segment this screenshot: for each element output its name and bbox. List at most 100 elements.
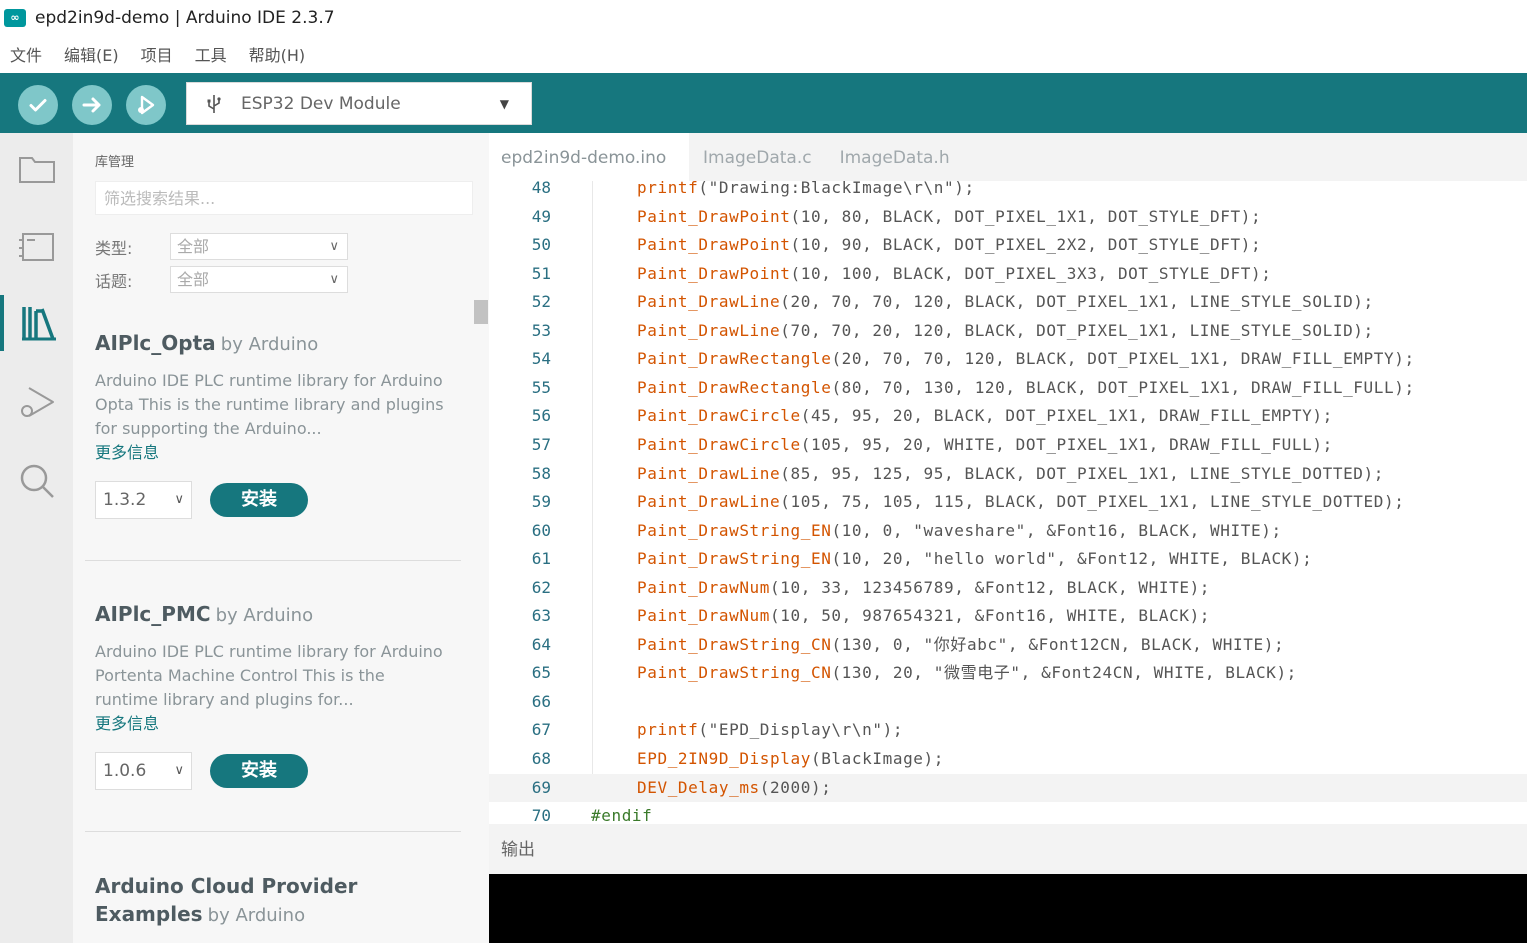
upload-button[interactable] bbox=[72, 85, 112, 125]
code-args: (10, 33, 123456789, &Font12, BLACK, WHIT… bbox=[770, 577, 1211, 597]
debug-button[interactable] bbox=[126, 85, 166, 125]
code-args: ("EPD_Display\r\n"); bbox=[698, 720, 904, 740]
install-button[interactable]: 安装 bbox=[210, 754, 308, 788]
function-name: printf bbox=[637, 720, 699, 740]
function-name: Paint_DrawLine bbox=[637, 320, 781, 340]
code-line[interactable]: 63 Paint_DrawNum(10, 50, 987654321, &Font… bbox=[489, 602, 1527, 630]
line-number: 60 bbox=[531, 520, 551, 540]
code-line[interactable]: 48 printf("Drawing:BlackImage\r\n"); bbox=[489, 181, 1527, 202]
code-line[interactable]: 56 Paint_DrawCircle(45, 95, 20, BLACK, DO… bbox=[489, 402, 1527, 430]
tab-imagedata-h[interactable]: ImageData.h bbox=[826, 133, 964, 181]
library-description: Arduino IDE PLC runtime library for Ardu… bbox=[95, 371, 444, 438]
code-line[interactable]: 61 Paint_DrawString_EN(10, 20, "hello wor… bbox=[489, 545, 1527, 573]
code-line[interactable]: 64 Paint_DrawString_CN(130, 0, "你好abc", &… bbox=[489, 631, 1527, 659]
line-number: 65 bbox=[531, 663, 551, 683]
card-divider bbox=[85, 560, 461, 561]
code-line[interactable]: 52 Paint_DrawLine(20, 70, 70, 120, BLACK,… bbox=[489, 288, 1527, 316]
menu-sketch[interactable]: 项目 bbox=[141, 42, 173, 66]
activity-bar bbox=[0, 133, 73, 943]
folder-icon bbox=[18, 157, 55, 183]
code-text: Paint_DrawRectangle(20, 70, 70, 120, BLA… bbox=[637, 345, 1415, 373]
code-text: Paint_DrawNum(10, 33, 123456789, &Font12… bbox=[637, 574, 1210, 602]
line-number: 48 bbox=[531, 181, 551, 197]
editor-tabs: epd2in9d-demo.ino ImageData.c ImageData.… bbox=[489, 133, 1527, 181]
board-icon bbox=[18, 233, 54, 261]
code-args: ("Drawing:BlackImage\r\n"); bbox=[698, 181, 975, 197]
library-search-input[interactable]: 筛选搜索结果... bbox=[95, 181, 473, 215]
menu-bar: 文件 编辑(E) 项目 工具 帮助(H) bbox=[0, 35, 1527, 73]
sketchbook-button[interactable] bbox=[0, 141, 73, 197]
line-number: 66 bbox=[531, 691, 551, 711]
function-name: EPD_2IN9D_Display bbox=[637, 749, 811, 768]
library-icon bbox=[21, 307, 56, 341]
topic-filter: 话题: 全部 ∨ bbox=[95, 266, 348, 293]
check-icon bbox=[29, 99, 47, 112]
more-info-link[interactable]: 更多信息 bbox=[95, 441, 465, 465]
type-filter-select[interactable]: 全部 ∨ bbox=[170, 233, 348, 260]
code-line[interactable]: 50 Paint_DrawPoint(10, 90, BLACK, DOT_PIX… bbox=[489, 231, 1527, 259]
line-number: 56 bbox=[531, 406, 551, 426]
code-line[interactable]: 70 #endif bbox=[489, 802, 1527, 824]
panel-scrollbar[interactable] bbox=[474, 300, 488, 324]
library-manager-panel: 库管理 筛选搜索结果... 类型: 全部 ∨ 话题: 全部 ∨ AIPlc_Op… bbox=[73, 133, 489, 943]
dropdown-arrow-icon: ▼ bbox=[499, 96, 509, 111]
debug-view-button[interactable] bbox=[0, 375, 73, 431]
function-name: Paint_DrawString_EN bbox=[637, 520, 832, 540]
code-line[interactable]: 53 Paint_DrawLine(70, 70, 20, 120, BLACK,… bbox=[489, 317, 1527, 345]
code-line[interactable]: 54 Paint_DrawRectangle(20, 70, 70, 120, B… bbox=[489, 345, 1527, 373]
code-line[interactable]: 49 Paint_DrawPoint(10, 80, BLACK, DOT_PIX… bbox=[489, 203, 1527, 231]
code-line[interactable]: 51 Paint_DrawPoint(10, 100, BLACK, DOT_PI… bbox=[489, 260, 1527, 288]
line-number: 58 bbox=[531, 463, 551, 483]
menu-tools[interactable]: 工具 bbox=[195, 42, 227, 66]
line-number: 50 bbox=[531, 235, 551, 255]
library-name-cont: Examples bbox=[95, 902, 203, 926]
function-name: Paint_DrawLine bbox=[637, 492, 781, 512]
tab-imagedata-c[interactable]: ImageData.c bbox=[689, 133, 826, 181]
install-button[interactable]: 安装 bbox=[210, 483, 308, 517]
code-text: Paint_DrawPoint(10, 90, BLACK, DOT_PIXEL… bbox=[637, 231, 1261, 259]
code-line[interactable]: 57 Paint_DrawCircle(105, 95, 20, WHITE, D… bbox=[489, 431, 1527, 459]
function-name: Paint_DrawLine bbox=[637, 463, 781, 483]
boards-manager-button[interactable] bbox=[0, 218, 73, 274]
code-text: Paint_DrawString_CN(130, 0, "你好abc", &Fo… bbox=[637, 631, 1284, 659]
code-args: (BlackImage); bbox=[810, 749, 944, 768]
code-args: (45, 95, 20, BLACK, DOT_PIXEL_1X1, DRAW_… bbox=[800, 406, 1333, 426]
code-line[interactable]: 69 DEV_Delay_ms(2000); bbox=[489, 773, 1527, 802]
code-line[interactable]: 60 Paint_DrawString_EN(10, 0, "waveshare"… bbox=[489, 517, 1527, 545]
chevron-down-icon: ∨ bbox=[329, 239, 339, 254]
code-line[interactable]: 65 Paint_DrawString_CN(130, 20, "微雪电子", &… bbox=[489, 659, 1527, 687]
line-number: 67 bbox=[531, 720, 551, 740]
code-args: (10, 50, 987654321, &Font16, WHITE, BLAC… bbox=[770, 606, 1211, 626]
library-description: Arduino IDE PLC runtime library for Ardu… bbox=[95, 642, 443, 709]
code-line[interactable]: 59 Paint_DrawLine(105, 75, 105, 115, BLAC… bbox=[489, 488, 1527, 516]
line-number: 62 bbox=[531, 577, 551, 597]
topic-filter-select[interactable]: 全部 ∨ bbox=[170, 266, 348, 293]
window-title: epd2in9d-demo | Arduino IDE 2.3.7 bbox=[35, 7, 335, 28]
output-console[interactable] bbox=[489, 874, 1527, 943]
library-author: by Arduino bbox=[215, 605, 314, 626]
menu-edit[interactable]: 编辑(E) bbox=[64, 42, 119, 66]
code-line[interactable]: 66 bbox=[489, 688, 1527, 716]
menu-help[interactable]: 帮助(H) bbox=[249, 42, 306, 66]
line-number: 68 bbox=[531, 749, 551, 768]
line-number: 52 bbox=[531, 292, 551, 312]
more-info-link[interactable]: 更多信息 bbox=[95, 712, 465, 736]
tab-main-sketch[interactable]: epd2in9d-demo.ino bbox=[489, 133, 689, 181]
board-selector[interactable]: ESP32 Dev Module ▼ bbox=[186, 82, 532, 125]
version-select[interactable]: 1.0.6 ∨ bbox=[95, 752, 192, 790]
library-manager-button[interactable] bbox=[0, 295, 73, 351]
code-line[interactable]: 55 Paint_DrawRectangle(80, 70, 130, 120, … bbox=[489, 374, 1527, 402]
verify-button[interactable] bbox=[18, 85, 58, 125]
code-text: printf("Drawing:BlackImage\r\n"); bbox=[637, 181, 975, 202]
menu-file[interactable]: 文件 bbox=[10, 42, 42, 66]
code-line[interactable]: 67 printf("EPD_Display\r\n"); bbox=[489, 716, 1527, 744]
code-line[interactable]: 68 EPD_2IN9D_Display(BlackImage); bbox=[489, 745, 1527, 773]
line-number: 70 bbox=[531, 806, 551, 824]
search-button[interactable] bbox=[0, 453, 73, 509]
usb-icon bbox=[207, 94, 221, 113]
code-text: Paint_DrawLine(70, 70, 20, 120, BLACK, D… bbox=[637, 317, 1374, 345]
code-line[interactable]: 58 Paint_DrawLine(85, 95, 125, 95, BLACK,… bbox=[489, 460, 1527, 488]
code-editor[interactable]: 48 printf("Drawing:BlackImage\r\n"); 49 Pai… bbox=[489, 181, 1527, 824]
version-select[interactable]: 1.3.2 ∨ bbox=[95, 481, 192, 519]
code-line[interactable]: 62 Paint_DrawNum(10, 33, 123456789, &Font… bbox=[489, 574, 1527, 602]
